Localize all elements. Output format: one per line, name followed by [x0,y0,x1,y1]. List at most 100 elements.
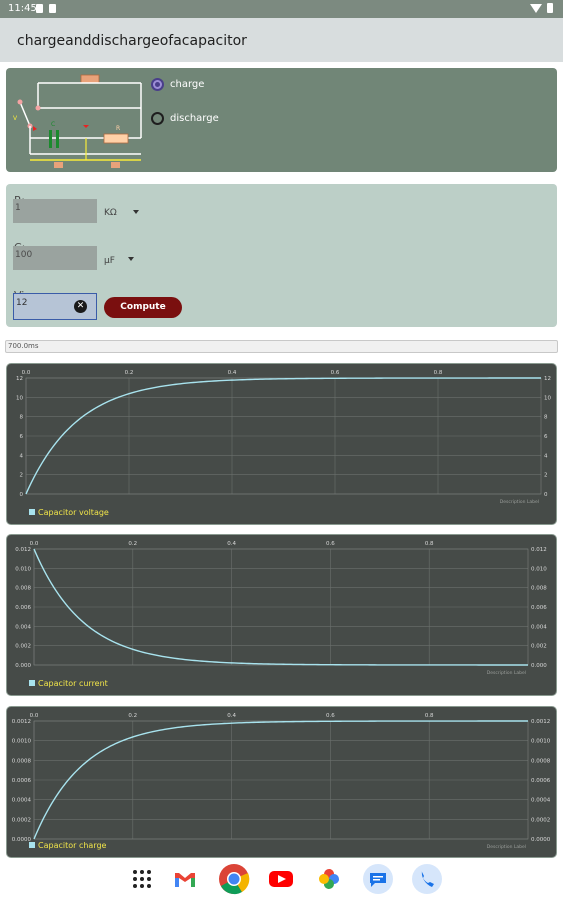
status-time: 11:45 [8,3,37,14]
compute-button[interactable]: Compute [104,297,182,318]
y-tick-label-left: 0.0010 [12,739,32,745]
y-tick-label-left: 2 [20,473,24,479]
status-notification-icons [36,4,56,13]
input-panel: R: 1 KΩ C: 100 μF Vin: 12 ✕ Compute [6,184,557,327]
y-tick-label-left: 0.0012 [12,719,31,725]
charge-chart-panel: 0.0000 0.0000 0.0002 0.0002 0.0004 0.0004 0.00… [6,706,557,858]
x-tick-label: 0.8 [425,713,434,719]
x-tick-label: 0.6 [326,541,335,547]
discharge-label: discharge [170,113,219,124]
x-tick-label: 0.6 [331,370,340,376]
x-tick-label: 0.8 [425,541,434,547]
clear-icon[interactable]: ✕ [74,300,87,313]
y-tick-label-right: 0.0008 [531,758,551,764]
chart-description-label: Description Label [487,670,526,676]
r-input[interactable]: 1 [13,199,97,223]
y-tick-label-right: 2 [544,473,548,479]
r-unit-dropdown-icon[interactable] [133,210,139,214]
current-chart[interactable]: 0.000 0.000 0.002 0.002 0.004 0.004 0.006 0.006… [7,535,556,695]
status-bar: 11:45 [0,0,563,18]
legend-label: Capacitor current [38,679,108,688]
y-tick-label-right: 0.006 [531,605,547,611]
radio-checked-icon [151,78,164,91]
y-tick-label-left: 6 [20,434,24,440]
y-tick-label-left: 0.004 [15,624,31,630]
y-tick-label-left: 0.006 [15,605,31,611]
y-tick-label-left: 0.008 [15,586,31,592]
y-tick-label-right: 0.0000 [531,837,551,843]
x-tick-label: 0.0 [30,541,39,547]
c-input[interactable]: 100 [13,246,97,270]
x-tick-label: 0.4 [227,713,236,719]
x-tick-label: 0.0 [22,370,31,376]
y-tick-label-right: 0.002 [531,644,547,650]
discharge-radio[interactable]: discharge [151,112,219,125]
legend-swatch [29,842,35,848]
charge-label: charge [170,79,205,90]
phone-icon[interactable] [411,863,443,895]
y-tick-label-left: 0.0000 [12,837,32,843]
x-tick-label: 0.2 [128,713,137,719]
x-tick-label: 0.2 [125,370,134,376]
y-tick-label-left: 10 [16,395,23,401]
youtube-icon[interactable] [268,866,294,892]
y-tick-label-left: 0.002 [15,644,31,650]
y-tick-label-right: 0.0010 [531,739,551,745]
x-tick-label: 0.6 [326,713,335,719]
circuit-diagram: C R V [13,74,142,168]
radio-unchecked-icon [151,112,164,125]
x-tick-label: 0.2 [128,541,137,547]
sim-card-icon [49,4,56,13]
c-unit-dropdown-icon[interactable] [128,257,134,261]
charge-chart[interactable]: 0.0000 0.00000.0002 0.00020.0004 0.00040.00… [7,707,556,857]
y-tick-label-right: 0.0006 [531,778,551,784]
y-tick-label-right: 10 [544,395,551,401]
r-unit-select[interactable]: KΩ [104,208,117,218]
battery-icon [547,3,553,13]
y-tick-label-left: 0.0006 [12,778,32,784]
y-tick-label-right: 0.000 [531,663,547,669]
svg-text:R: R [116,125,120,132]
y-tick-label-right: 8 [544,415,548,421]
y-tick-label-right: 0.0002 [531,817,550,823]
y-tick-label-left: 8 [20,415,24,421]
legend-swatch [29,680,35,686]
y-tick-label-left: 0.0002 [12,817,31,823]
x-tick-label: 0.8 [434,370,443,376]
y-tick-label-right: 0.008 [531,586,547,592]
legend-label: Capacitor voltage [38,508,109,517]
c-unit-select[interactable]: μF [104,256,115,266]
y-tick-label-left: 12 [16,376,23,382]
messages-icon[interactable] [362,863,394,895]
circuit-panel: C R V charge discharge [6,68,557,172]
y-tick-label-right: 0.012 [531,547,547,553]
app-drawer-icon[interactable] [129,866,155,892]
nav-bar [0,858,563,900]
y-tick-label-right: 4 [544,453,548,459]
voltage-chart[interactable]: 0 02 24 46 68 810 1012 120.0 0.2 0.4 0.6 0.8Capacit… [7,364,556,524]
svg-text:C: C [51,121,55,128]
time-display: 700.0ms [5,340,558,353]
chrome-icon[interactable] [218,863,250,895]
y-tick-label-right: 0.0012 [531,719,550,725]
chart-description-label: Description Label [500,499,539,505]
y-tick-label-left: 0.0008 [12,758,32,764]
y-tick-label-left: 0.010 [15,566,31,572]
legend-label: Capacitor charge [38,841,107,850]
x-tick-label: 0.4 [227,541,236,547]
charge-radio[interactable]: charge [151,78,204,91]
svg-text:V: V [13,115,18,122]
y-tick-label-right: 0.010 [531,566,547,572]
y-tick-label-right: 0.0004 [531,798,551,804]
voltage-chart-panel: 0 0 2 2 4 4 6 6 8 8 10 10 12 12 0.0 0.2 0.4 0.6 0.8 Capacit… [6,363,557,525]
y-tick-label-left: 4 [20,453,24,459]
y-tick-label-right: 12 [544,376,551,382]
x-tick-label: 0.0 [30,713,39,719]
gmail-icon[interactable] [172,866,198,892]
photos-icon[interactable] [316,866,342,892]
y-tick-label-left: 0.000 [15,663,31,669]
notification-icon [36,4,43,13]
y-tick-label-right: 0.004 [531,624,547,630]
wifi-icon [530,3,542,13]
y-tick-label-right: 0 [544,492,548,498]
